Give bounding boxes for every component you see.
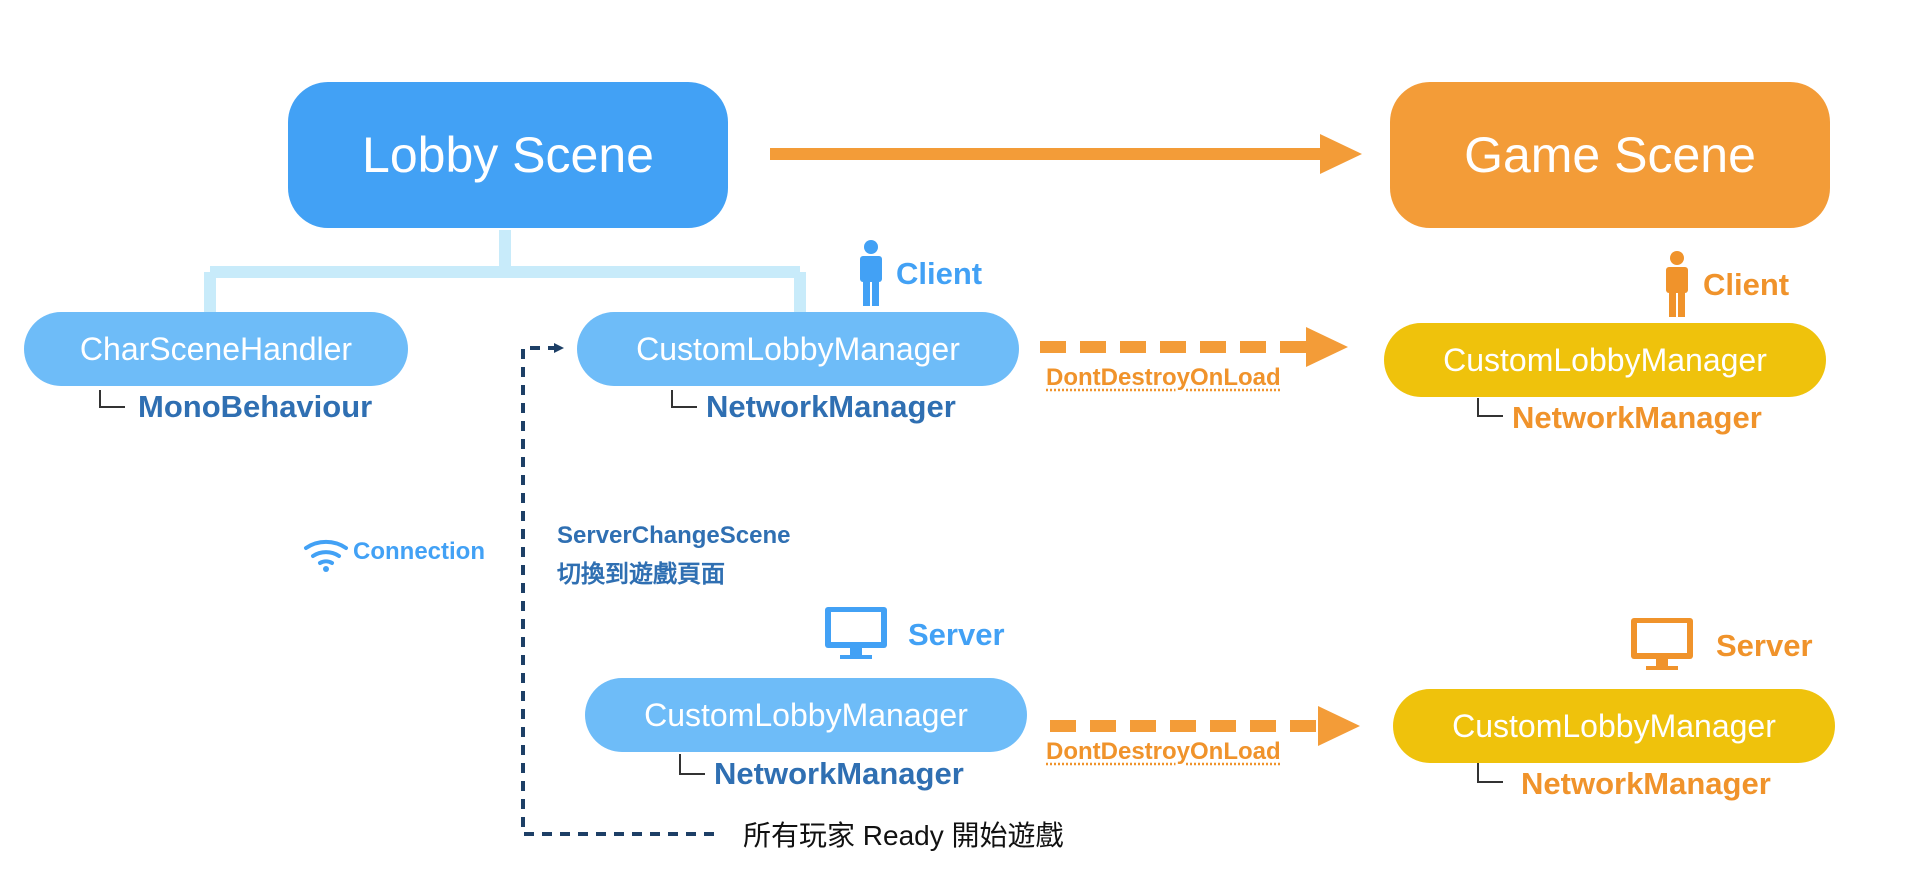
person-icon (1666, 251, 1688, 317)
ddol-server-label: DontDestroyOnLoad (1046, 738, 1281, 765)
mono-behaviour-label: MonoBehaviour (138, 389, 373, 424)
game-client-network-manager: NetworkManager (1512, 400, 1762, 435)
monitor-icon (825, 607, 887, 659)
game-server-manager-box: CustomLobbyManager (1393, 689, 1835, 763)
lobby-server-network-manager: NetworkManager (714, 756, 964, 791)
server-change-scene-label: ServerChangeScene (557, 522, 791, 549)
wifi-icon (304, 540, 348, 572)
char-scene-handler-label: CharSceneHandler (79, 330, 353, 367)
lobby-client-manager-label: CustomLobbyManager (636, 330, 960, 367)
scene-transition-arrow (770, 134, 1362, 174)
person-icon (860, 240, 882, 306)
game-server-label: Server (1716, 628, 1813, 663)
lobby-client-label: Client (896, 256, 983, 291)
monitor-icon (1631, 618, 1693, 670)
lobby-server-manager-label: CustomLobbyManager (644, 696, 968, 733)
tree-connector (204, 230, 806, 312)
game-client-manager-box: CustomLobbyManager (1384, 323, 1826, 397)
ddol-arrow-client (1040, 327, 1348, 367)
char-scene-handler-box: CharSceneHandler (24, 312, 408, 386)
game-server-manager-label: CustomLobbyManager (1452, 707, 1776, 744)
all-players-ready-label: 所有玩家 Ready 開始遊戲 (743, 820, 1064, 851)
lobby-client-network-manager: NetworkManager (706, 389, 956, 424)
ddol-client-label: DontDestroyOnLoad (1046, 364, 1281, 391)
game-scene-box: Game Scene (1390, 82, 1830, 228)
connection-label: Connection (353, 538, 485, 565)
game-server-network-manager: NetworkManager (1521, 766, 1771, 801)
switch-to-game-page-label: 切換到遊戲頁面 (557, 561, 725, 588)
ready-loop-arrow (521, 343, 714, 836)
lobby-client-manager-box: CustomLobbyManager (577, 312, 1019, 386)
lobby-server-label: Server (908, 617, 1005, 652)
game-client-manager-label: CustomLobbyManager (1443, 341, 1767, 378)
game-client-label: Client (1703, 267, 1790, 302)
lobby-server-manager-box: CustomLobbyManager (585, 678, 1027, 752)
lobby-scene-box: Lobby Scene (288, 82, 728, 228)
lobby-scene-title: Lobby Scene (362, 127, 654, 183)
game-scene-title: Game Scene (1464, 127, 1756, 183)
